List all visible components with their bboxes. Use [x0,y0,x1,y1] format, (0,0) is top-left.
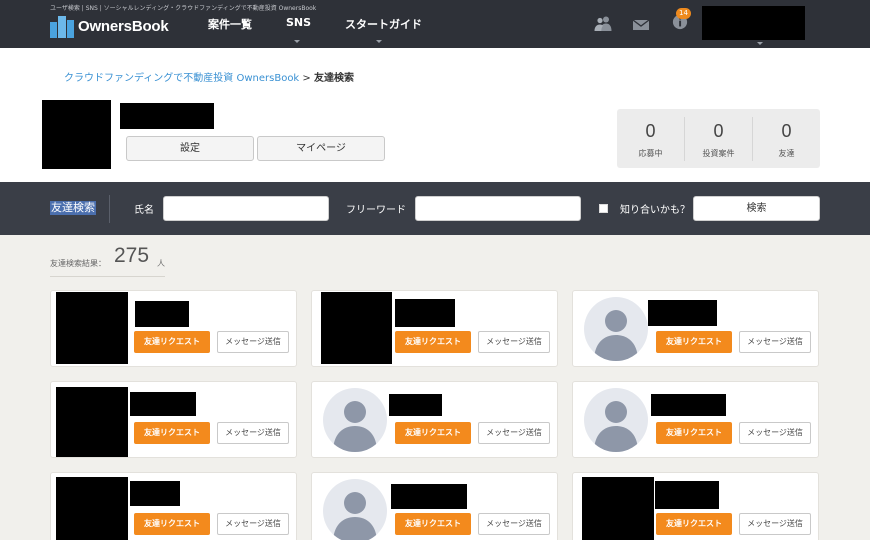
result-unit: 人 [157,259,165,268]
send-message-button[interactable]: メッセージ送信 [739,422,811,444]
maybe-acquaintance-label[interactable]: 知り合いかも？ [620,201,690,216]
user-name[interactable] [130,481,180,506]
settings-button[interactable]: 設定 [126,136,254,161]
breadcrumb-separator: > [302,73,311,84]
chevron-down-icon [376,40,382,43]
send-message-button[interactable]: メッセージ送信 [478,422,550,444]
user-avatar[interactable] [56,477,128,540]
friend-request-button[interactable]: 友達リクエスト [395,331,471,353]
maybe-acquaintance-checkbox[interactable] [599,204,608,213]
send-message-button[interactable]: メッセージ送信 [739,513,811,535]
divider [50,276,165,277]
stat-applying: 0 応募中 [617,109,684,168]
send-message-button[interactable]: メッセージ送信 [217,422,289,444]
user-card[interactable]: 友達リクエスト メッセージ送信 [311,472,558,540]
result-label: 友達検索結果： [50,259,106,268]
user-card[interactable]: 友達リクエスト メッセージ送信 [572,472,819,540]
notification-badge: 14 [676,8,691,19]
friends-icon[interactable] [594,15,612,31]
user-name[interactable] [389,394,442,416]
user-card[interactable]: 友達リクエスト メッセージ送信 [572,290,819,367]
logo-text: OwnersBook [78,17,169,35]
breadcrumb-home-link[interactable]: クラウドファンディングで不動産投資 OwnersBook [64,73,299,84]
profile-name [120,103,214,129]
default-avatar-icon[interactable] [323,388,387,452]
top-header: ユーザ検索 | SNS | ソーシャルレンディング・クラウドファンディングで不動… [0,0,870,48]
chevron-down-icon [757,42,763,45]
user-card[interactable]: 友達リクエスト メッセージ送信 [50,472,297,540]
default-avatar-icon[interactable] [584,388,648,452]
name-label: 氏名 [134,205,154,216]
mypage-button[interactable]: マイページ [257,136,385,161]
building-logo-icon [50,14,75,38]
send-message-button[interactable]: メッセージ送信 [478,331,550,353]
nav-start-guide[interactable]: スタートガイド [345,16,422,32]
user-name[interactable] [135,301,189,327]
stat-friends: 0 友達 [753,109,820,168]
friend-request-button[interactable]: 友達リクエスト [656,513,732,535]
stat-label: 応募中 [638,149,663,158]
user-avatar[interactable] [582,477,654,540]
profile-avatar[interactable] [42,100,111,169]
friend-request-button[interactable]: 友達リクエスト [656,422,732,444]
user-avatar[interactable] [56,292,128,364]
friend-request-button[interactable]: 友達リクエスト [134,422,210,444]
user-name[interactable] [648,300,717,326]
user-menu[interactable] [702,6,805,40]
freeword-input[interactable] [415,196,581,221]
nav-projects[interactable]: 案件一覧 [208,16,252,32]
default-avatar-icon[interactable] [584,297,648,361]
stat-value: 0 [781,121,792,141]
friend-request-button[interactable]: 友達リクエスト [395,422,471,444]
send-message-button[interactable]: メッセージ送信 [217,331,289,353]
stat-value: 0 [645,121,656,141]
search-button[interactable]: 検索 [693,196,820,221]
friend-search-bar: 友達検索 氏名 フリーワード 知り合いかも？ 検索 [0,182,870,235]
send-message-button[interactable]: メッセージ送信 [478,513,550,535]
user-avatar[interactable] [56,387,128,457]
nav-sns[interactable]: SNS [286,16,311,29]
user-name[interactable] [130,392,196,416]
friend-request-button[interactable]: 友達リクエスト [134,331,210,353]
user-card[interactable]: 友達リクエスト メッセージ送信 [311,290,558,367]
user-card[interactable]: 友達リクエスト メッセージ送信 [572,381,819,458]
name-input[interactable] [163,196,329,221]
search-section-title: 友達検索 [50,201,96,215]
profile-stats: 0 応募中 0 投資案件 0 友達 [617,109,820,168]
divider [109,195,110,223]
breadcrumb: クラウドファンディングで不動産投資 OwnersBook > 友達検索 [64,69,354,84]
stat-value: 0 [713,121,724,141]
friend-request-button[interactable]: 友達リクエスト [395,513,471,535]
stat-investments: 0 投資案件 [685,109,752,168]
mail-icon[interactable] [632,17,650,33]
user-avatar[interactable] [321,292,392,364]
default-avatar-icon[interactable] [323,479,387,540]
profile-area: クラウドファンディングで不動産投資 OwnersBook > 友達検索 設定 マ… [0,48,870,182]
user-name[interactable] [395,299,455,327]
user-name[interactable] [655,481,719,509]
breadcrumb-current: 友達検索 [314,73,354,84]
send-message-button[interactable]: メッセージ送信 [739,331,811,353]
stat-label: 投資案件 [702,149,735,158]
site-logo[interactable]: OwnersBook [50,14,169,38]
user-card[interactable]: 友達リクエスト メッセージ送信 [50,290,297,367]
site-tagline: ユーザ検索 | SNS | ソーシャルレンディング・クラウドファンディングで不動… [50,5,317,12]
send-message-button[interactable]: メッセージ送信 [217,513,289,535]
user-card[interactable]: 友達リクエスト メッセージ送信 [311,381,558,458]
result-count: 275 [114,244,150,267]
freeword-label: フリーワード [346,205,406,216]
user-name[interactable] [391,484,467,509]
user-name[interactable] [651,394,726,416]
friend-request-button[interactable]: 友達リクエスト [134,513,210,535]
chevron-down-icon [294,40,300,43]
stat-label: 友達 [778,149,795,158]
friend-request-button[interactable]: 友達リクエスト [656,331,732,353]
user-card[interactable]: 友達リクエスト メッセージ送信 [50,381,297,458]
